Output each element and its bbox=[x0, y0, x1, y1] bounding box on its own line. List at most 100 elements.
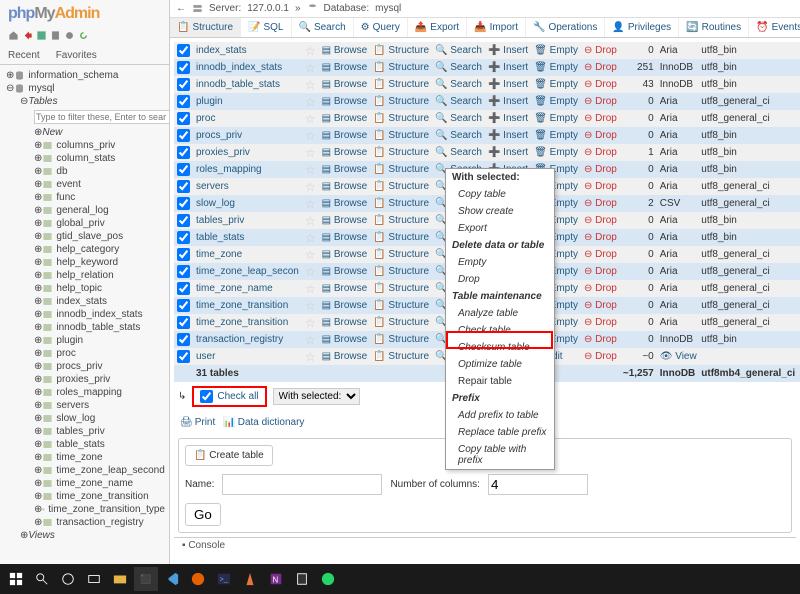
browse-link[interactable]: ▤ Browse bbox=[322, 215, 368, 226]
row-checkbox[interactable] bbox=[177, 163, 190, 176]
row-checkbox[interactable] bbox=[177, 248, 190, 261]
console-bar[interactable]: ▪ Console bbox=[174, 537, 796, 553]
calc-icon[interactable] bbox=[290, 567, 314, 591]
go-button[interactable]: Go bbox=[185, 503, 221, 526]
tree-db-information-schema[interactable]: ⊕ information_schema bbox=[2, 69, 167, 82]
tree-table-time_zone_name[interactable]: ⊕ time_zone_name bbox=[30, 477, 167, 490]
structure-link[interactable]: 📋 Structure bbox=[373, 130, 429, 141]
tab-operations[interactable]: 🔧Operations bbox=[526, 18, 605, 37]
table-name-link[interactable]: proxies_priv bbox=[196, 147, 250, 158]
row-checkbox[interactable] bbox=[177, 78, 190, 91]
insert-link[interactable]: ➕ Insert bbox=[488, 79, 528, 90]
tree-table-tables_priv[interactable]: ⊕ tables_priv bbox=[30, 425, 167, 438]
drop-link[interactable]: ⊖ Drop bbox=[584, 130, 617, 141]
structure-link[interactable]: 📋 Structure bbox=[373, 317, 429, 328]
ctx-drop[interactable]: Drop bbox=[446, 271, 554, 288]
insert-link[interactable]: ➕ Insert bbox=[488, 62, 528, 73]
drop-link[interactable]: ⊖ Drop bbox=[584, 232, 617, 243]
favorite-icon[interactable]: ☆ bbox=[305, 197, 316, 211]
drop-link[interactable]: ⊖ Drop bbox=[584, 181, 617, 192]
structure-link[interactable]: 📋 Structure bbox=[373, 215, 429, 226]
search-link[interactable]: 🔍 Search bbox=[435, 147, 482, 158]
ctx-optimize[interactable]: Optimize table bbox=[446, 356, 554, 373]
drop-link[interactable]: ⊖ Drop bbox=[584, 283, 617, 294]
search-link[interactable]: 🔍 Search bbox=[435, 62, 482, 73]
insert-link[interactable]: ➕ Insert bbox=[488, 45, 528, 56]
browse-link[interactable]: ▤ Browse bbox=[322, 96, 368, 107]
browse-link[interactable]: ▤ Browse bbox=[322, 198, 368, 209]
browse-link[interactable]: ▤ Browse bbox=[322, 300, 368, 311]
vscode-icon[interactable] bbox=[160, 567, 184, 591]
favorite-icon[interactable]: ☆ bbox=[305, 282, 316, 296]
table-name-link[interactable]: tables_priv bbox=[196, 215, 244, 226]
drop-link[interactable]: ⊖ Drop bbox=[584, 147, 617, 158]
favorite-icon[interactable]: ☆ bbox=[305, 112, 316, 126]
tab-query[interactable]: ⚙Query bbox=[354, 18, 408, 37]
tab-favorites[interactable]: Favorites bbox=[48, 47, 105, 64]
tree-table-procs_priv[interactable]: ⊕ procs_priv bbox=[30, 360, 167, 373]
tree-table-servers[interactable]: ⊕ servers bbox=[30, 399, 167, 412]
structure-link[interactable]: 📋 Structure bbox=[373, 113, 429, 124]
tree-table-general_log[interactable]: ⊕ general_log bbox=[30, 204, 167, 217]
tree-table-time_zone_leap_second[interactable]: ⊕ time_zone_leap_second bbox=[30, 464, 167, 477]
drop-link[interactable]: ⊖ Drop bbox=[584, 317, 617, 328]
structure-link[interactable]: 📋 Structure bbox=[373, 232, 429, 243]
search-link[interactable]: 🔍 Search bbox=[435, 130, 482, 141]
browse-link[interactable]: ▤ Browse bbox=[322, 113, 368, 124]
browse-link[interactable]: ▤ Browse bbox=[322, 79, 368, 90]
table-name-link[interactable]: roles_mapping bbox=[196, 164, 262, 175]
structure-link[interactable]: 📋 Structure bbox=[373, 62, 429, 73]
favorite-icon[interactable]: ☆ bbox=[305, 299, 316, 313]
task-view-icon[interactable] bbox=[82, 567, 106, 591]
table-name-link[interactable]: time_zone_transition bbox=[196, 317, 288, 328]
favorite-icon[interactable]: ☆ bbox=[305, 231, 316, 245]
tree-views-group[interactable]: ⊕ Views bbox=[16, 529, 167, 542]
table-name-link[interactable]: user bbox=[196, 351, 215, 362]
table-name-link[interactable]: slow_log bbox=[196, 198, 235, 209]
browse-link[interactable]: ▤ Browse bbox=[322, 181, 368, 192]
drop-link[interactable]: ⊖ Drop bbox=[584, 266, 617, 277]
table-name-link[interactable]: time_zone_leap_secon bbox=[196, 266, 299, 277]
tab-privileges[interactable]: 👤Privileges bbox=[605, 18, 679, 37]
table-name-link[interactable]: proc bbox=[196, 113, 215, 124]
tab-import[interactable]: 📥Import bbox=[467, 18, 526, 37]
drop-link[interactable]: ⊖ Drop bbox=[584, 113, 617, 124]
browse-link[interactable]: ▤ Browse bbox=[322, 249, 368, 260]
browse-link[interactable]: ▤ Browse bbox=[322, 130, 368, 141]
tree-table-plugin[interactable]: ⊕ plugin bbox=[30, 334, 167, 347]
row-checkbox[interactable] bbox=[177, 316, 190, 329]
tab-search[interactable]: 🔍Search bbox=[292, 18, 354, 37]
firefox-icon[interactable] bbox=[186, 567, 210, 591]
drop-link[interactable]: ⊖ Drop bbox=[584, 62, 617, 73]
favorite-icon[interactable]: ☆ bbox=[305, 333, 316, 347]
tree-table-proxies_priv[interactable]: ⊕ proxies_priv bbox=[30, 373, 167, 386]
structure-link[interactable]: 📋 Structure bbox=[373, 96, 429, 107]
ctx-add-prefix[interactable]: Add prefix to table bbox=[446, 407, 554, 424]
drop-link[interactable]: ⊖ Drop bbox=[584, 96, 617, 107]
favorite-icon[interactable]: ☆ bbox=[305, 316, 316, 330]
tree-table-innodb_table_stats[interactable]: ⊕ innodb_table_stats bbox=[30, 321, 167, 334]
tree-table-func[interactable]: ⊕ func bbox=[30, 191, 167, 204]
drop-link[interactable]: ⊖ Drop bbox=[584, 300, 617, 311]
search-icon[interactable] bbox=[30, 567, 54, 591]
tree-new[interactable]: ⊕ New bbox=[30, 126, 167, 139]
tree-table-column_stats[interactable]: ⊕ column_stats bbox=[30, 152, 167, 165]
insert-link[interactable]: ➕ Insert bbox=[488, 130, 528, 141]
windows-start-icon[interactable] bbox=[4, 567, 28, 591]
ctx-analyze[interactable]: Analyze table bbox=[446, 305, 554, 322]
structure-link[interactable]: 📋 Structure bbox=[373, 45, 429, 56]
table-name-link[interactable]: plugin bbox=[196, 96, 223, 107]
data-dictionary-link[interactable]: 📊 Data dictionary bbox=[223, 417, 304, 428]
drop-link[interactable]: ⊖ Drop bbox=[584, 164, 617, 175]
row-checkbox[interactable] bbox=[177, 214, 190, 227]
table-name-input[interactable] bbox=[222, 474, 382, 495]
row-checkbox[interactable] bbox=[177, 146, 190, 159]
empty-link[interactable]: 🗑 Empty bbox=[534, 79, 578, 90]
onenote-icon[interactable]: N bbox=[264, 567, 288, 591]
tree-filter-input[interactable] bbox=[34, 110, 169, 124]
structure-link[interactable]: 📋 Structure bbox=[373, 147, 429, 158]
ctx-export[interactable]: Export bbox=[446, 220, 554, 237]
tab-sql[interactable]: 📝SQL bbox=[241, 18, 291, 37]
empty-link[interactable]: 🗑 Empty bbox=[534, 130, 578, 141]
ctx-copy-prefix[interactable]: Copy table with prefix bbox=[446, 441, 554, 469]
